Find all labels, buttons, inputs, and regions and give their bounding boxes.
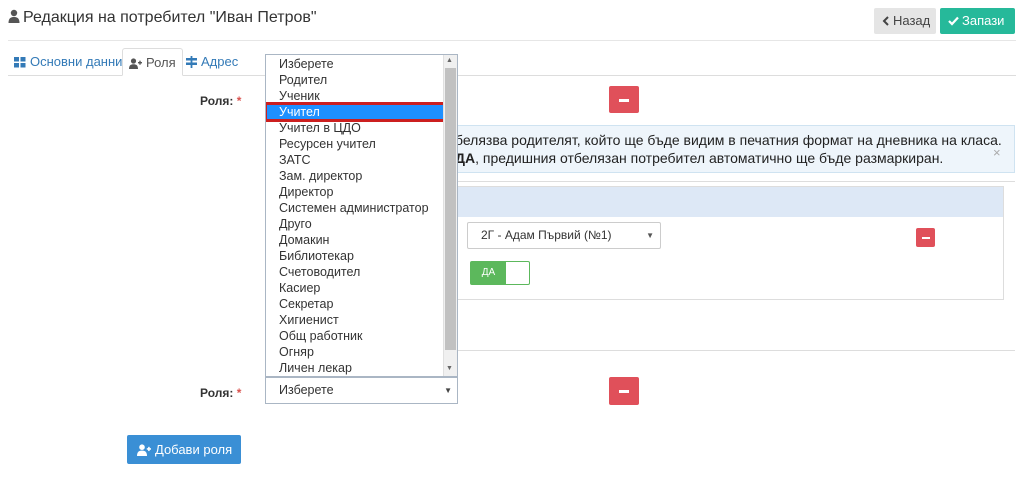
role-select-value: Изберете — [279, 383, 334, 397]
alert-line-2-rest: , предишния отбелязан потребител автомат… — [475, 150, 944, 166]
dropdown-option[interactable]: Учител в ЦДО — [266, 120, 444, 136]
dropdown-option[interactable]: Общ работник — [266, 328, 444, 344]
caret-down-icon: ▼ — [444, 386, 452, 395]
class-panel-header — [458, 187, 1003, 217]
tab-role-label: Роля — [146, 55, 176, 70]
alert-line-1: белязва родителят, който ще бъде видим в… — [455, 132, 1002, 148]
alert-bold: ДА — [455, 150, 476, 166]
page-title: Редакция на потребител "Иван Петров" — [8, 9, 317, 27]
alert-close-icon[interactable]: × — [993, 145, 1001, 160]
header-divider — [8, 40, 1016, 41]
add-role-button[interactable]: Добави роля — [127, 435, 241, 464]
required-mark: * — [236, 386, 242, 400]
dropdown-option[interactable]: Системен администратор — [266, 200, 444, 216]
dropdown-option[interactable]: Ученик — [266, 88, 444, 104]
back-button[interactable]: Назад — [874, 8, 936, 34]
dropdown-option[interactable]: Зам. директор — [266, 168, 444, 184]
user-plus-icon — [137, 444, 151, 456]
dropdown-option[interactable]: ЗАТС — [266, 152, 444, 168]
dropdown-option[interactable]: Родител — [266, 72, 444, 88]
dropdown-option[interactable]: Ресурсен учител — [266, 136, 444, 152]
dropdown-option[interactable]: Изберете — [266, 56, 444, 72]
scroll-thumb[interactable] — [445, 68, 456, 350]
dropdown-option[interactable]: Касиер — [266, 280, 444, 296]
remove-role-button[interactable] — [609, 86, 639, 113]
user-plus-icon — [129, 58, 142, 69]
dropdown-option[interactable]: Домакин — [266, 232, 444, 248]
role-select[interactable]: Изберете ▼ — [265, 377, 458, 404]
role-label: Роля: * — [200, 94, 241, 108]
grid-icon — [14, 57, 26, 68]
dropdown-option[interactable]: Хигиенист — [266, 312, 444, 328]
dropdown-option[interactable]: Друго — [266, 216, 444, 232]
role-dropdown-list[interactable]: Изберете Родител Ученик Учител Учител в ЦДО Р… — [265, 54, 458, 377]
user-icon — [8, 9, 20, 23]
class-select-value: 2Г - Адам Първий (№1) — [481, 228, 612, 242]
save-button-label: Запази — [962, 13, 1005, 28]
dropdown-option[interactable]: Библиотекар — [266, 248, 444, 264]
dropdown-option[interactable]: Директор — [266, 184, 444, 200]
role-label-text: Роля: — [200, 386, 234, 400]
remove-class-button[interactable] — [916, 228, 935, 247]
dropdown-option[interactable]: Огняр — [266, 344, 444, 360]
tab-basic-data-label: Основни данни — [30, 54, 123, 69]
alert-line-2: ДА, предишния отбелязан потребител автом… — [455, 150, 943, 166]
check-icon — [948, 16, 959, 26]
save-button[interactable]: Запази — [940, 8, 1015, 34]
caret-down-icon: ▼ — [646, 231, 654, 240]
dropdown-option[interactable]: Личен лекар — [266, 360, 444, 376]
back-button-label: Назад — [893, 13, 931, 28]
chevron-left-icon — [882, 16, 889, 26]
required-mark: * — [236, 94, 242, 108]
role-label-text: Роля: — [200, 94, 234, 108]
add-role-label: Добави роля — [155, 442, 233, 457]
tab-role[interactable]: Роля — [122, 48, 183, 76]
tab-basic-data[interactable]: Основни данни — [8, 48, 128, 76]
remove-role-button[interactable] — [609, 377, 639, 405]
signpost-icon — [186, 56, 197, 68]
tab-address-label: Адрес — [201, 54, 239, 69]
class-select[interactable]: 2Г - Адам Първий (№1) ▼ — [467, 222, 661, 249]
scroll-up-icon[interactable]: ▲ — [446, 57, 453, 64]
toggle-on-label: ДА — [471, 262, 506, 284]
dropdown-option[interactable]: Секретар — [266, 296, 444, 312]
dropdown-option[interactable]: Счетоводител — [266, 264, 444, 280]
role-label: Роля: * — [200, 386, 241, 400]
page-title-text: Редакция на потребител "Иван Петров" — [23, 9, 317, 26]
scroll-down-icon[interactable]: ▼ — [446, 365, 453, 372]
dropdown-option[interactable]: Учител — [266, 102, 446, 122]
tab-address[interactable]: Адрес — [180, 48, 244, 76]
